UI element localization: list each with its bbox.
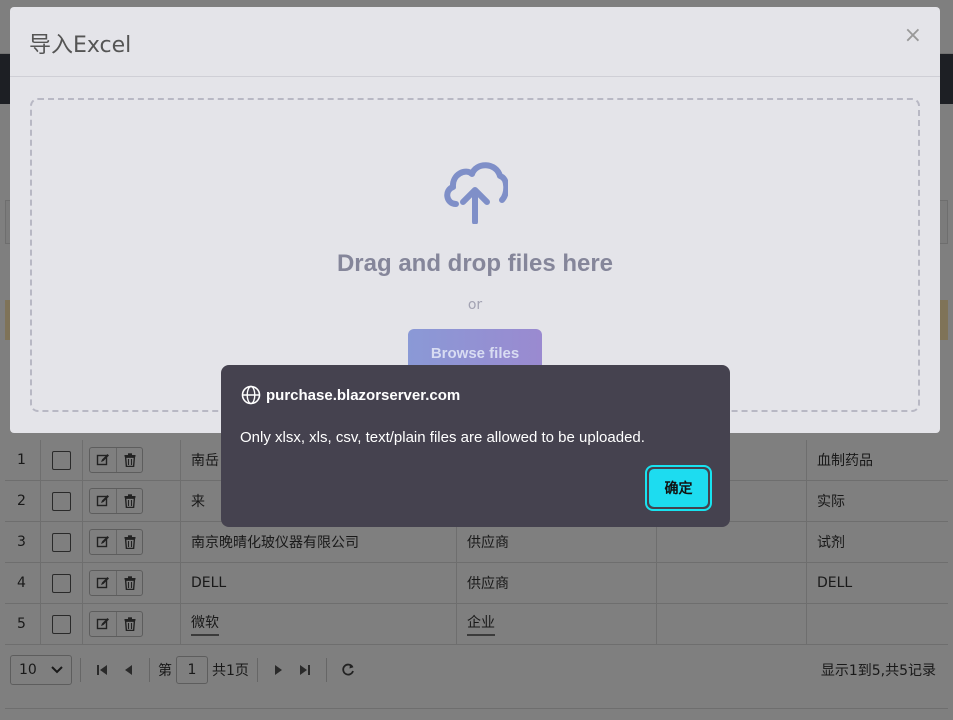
dropzone-title: Drag and drop files here: [336, 250, 614, 277]
alert-origin-text: purchase.blazorserver.com: [266, 386, 461, 404]
dialog-header: 导入Excel ×: [10, 7, 940, 77]
dialog-title: 导入Excel: [29, 33, 132, 58]
alert-origin: purchase.blazorserver.com: [241, 385, 460, 405]
browser-alert-dialog: purchase.blazorserver.com Only xlsx, xls…: [221, 365, 730, 527]
cloud-upload-icon: [444, 162, 508, 224]
close-button[interactable]: ×: [904, 23, 922, 48]
dropzone-or: or: [467, 297, 483, 313]
globe-icon: [241, 385, 261, 405]
alert-ok-label: 确定: [649, 469, 708, 507]
alert-message: Only xlsx, xls, csv, text/plain files ar…: [240, 429, 645, 446]
alert-ok-button[interactable]: 确定: [645, 465, 712, 511]
